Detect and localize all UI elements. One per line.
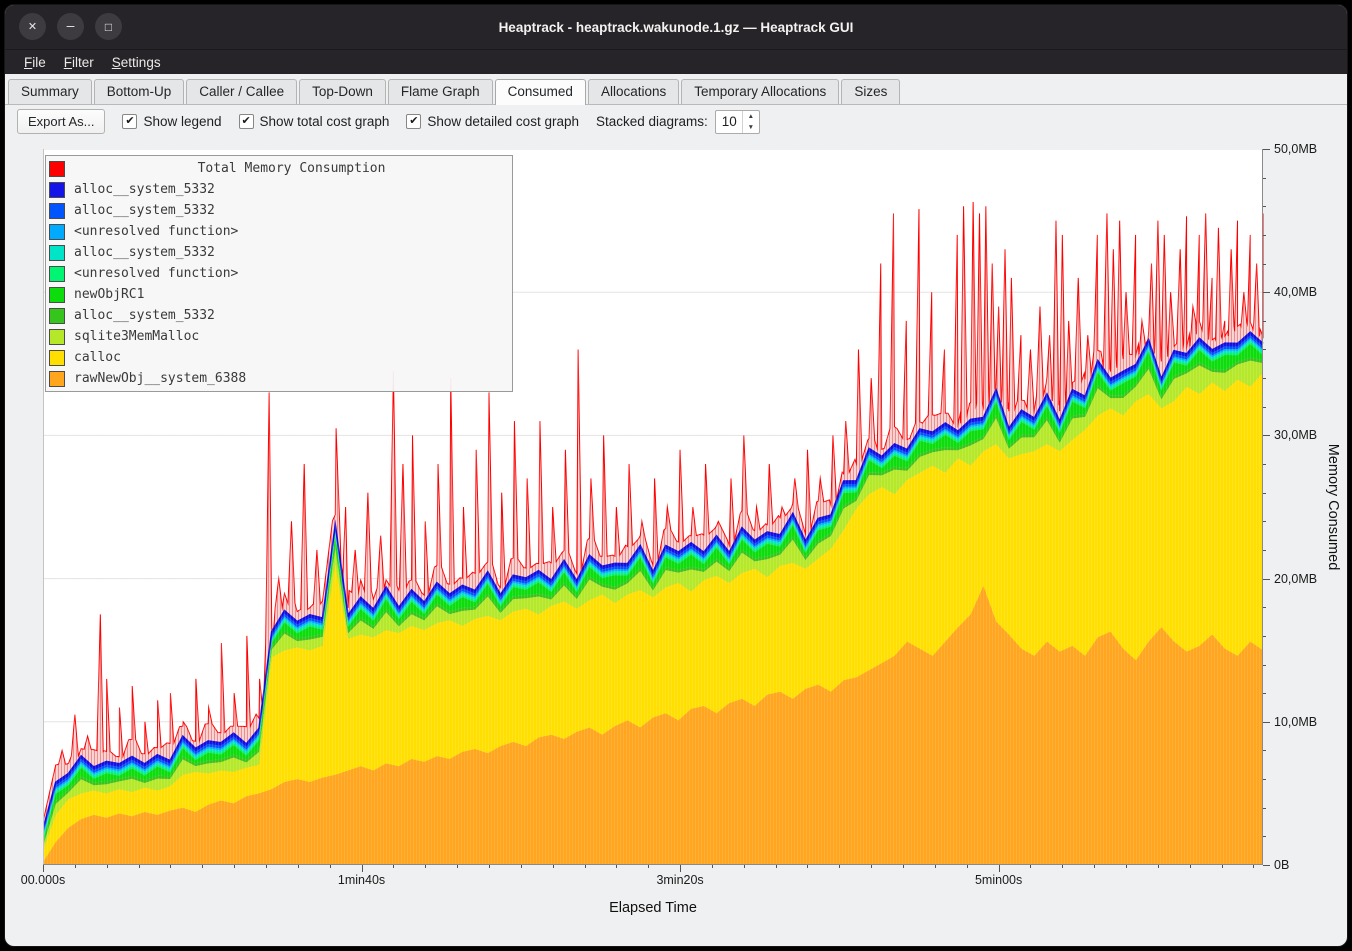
legend-swatch	[49, 245, 65, 261]
tab-bottom-up[interactable]: Bottom-Up	[94, 79, 185, 104]
stacked-diagrams-spinbox[interactable]: 10	[715, 110, 760, 134]
legend-label: alloc__system_5332	[74, 203, 215, 218]
legend-item: alloc__system_5332	[49, 179, 509, 200]
legend-label: rawNewObj__system_6388	[74, 371, 246, 386]
x-tick-label: 00.000s	[21, 873, 65, 887]
legend-label: alloc__system_5332	[74, 308, 215, 323]
spin-down-icon[interactable]	[743, 122, 759, 133]
tab-summary[interactable]: Summary	[8, 79, 92, 104]
menu-settings[interactable]: Settings	[103, 52, 170, 73]
legend-swatch	[49, 203, 65, 219]
legend-item: sqlite3MemMalloc	[49, 326, 509, 347]
stacked-diagrams-label: Stacked diagrams:	[596, 114, 708, 129]
legend-item: <unresolved function>	[49, 221, 509, 242]
legend-swatch	[49, 266, 65, 282]
tab-sizes[interactable]: Sizes	[841, 79, 900, 104]
checkbox-show-detailed-cost-graph[interactable]: Show detailed cost graph	[406, 114, 579, 129]
legend-label: <unresolved function>	[74, 224, 238, 239]
window-title: Heaptrack - heaptrack.wakunode.1.gz — He…	[499, 20, 854, 35]
checkbox-label: Show legend	[143, 114, 221, 129]
legend-swatch	[49, 308, 65, 324]
legend-item: calloc	[49, 347, 509, 368]
stacked-diagrams-value: 10	[716, 111, 742, 133]
x-tick-label: 1min40s	[338, 873, 385, 887]
checkbox-icon[interactable]	[406, 114, 421, 129]
tab-bar: SummaryBottom-UpCaller / CalleeTop-DownF…	[5, 74, 1347, 105]
toolbar: Export As... Show legend Show total cost …	[5, 105, 1347, 138]
tab-allocations[interactable]: Allocations	[588, 79, 679, 104]
legend-item: <unresolved function>	[49, 263, 509, 284]
menu-file[interactable]: File	[15, 52, 55, 73]
x-tick-label: 5min00s	[975, 873, 1022, 887]
maximize-button[interactable]	[95, 13, 122, 40]
y-axis-title: Memory Consumed	[1325, 444, 1341, 571]
close-button[interactable]	[19, 13, 46, 40]
y-tick-label: 10,0MB	[1274, 715, 1317, 729]
menu-bar: FileFilterSettings	[5, 49, 1347, 74]
legend-swatch	[49, 329, 65, 345]
y-tick-label: 40,0MB	[1274, 285, 1317, 299]
plot-wrap: Total Memory Consumption alloc__system_53…	[43, 149, 1263, 865]
legend-label: sqlite3MemMalloc	[74, 329, 199, 344]
tab-temporary-allocations[interactable]: Temporary Allocations	[681, 79, 839, 104]
legend-swatch	[49, 371, 65, 387]
checkbox-icon[interactable]	[239, 114, 254, 129]
tab-caller-callee[interactable]: Caller / Callee	[186, 79, 297, 104]
legend-label: calloc	[74, 350, 121, 365]
heaptrack-window: Heaptrack - heaptrack.wakunode.1.gz — He…	[4, 4, 1348, 947]
checkbox-show-legend[interactable]: Show legend	[122, 114, 221, 129]
title-bar: Heaptrack - heaptrack.wakunode.1.gz — He…	[5, 5, 1347, 49]
checkbox-icon[interactable]	[122, 114, 137, 129]
checkbox-label: Show total cost graph	[260, 114, 390, 129]
legend-title: Total Memory Consumption	[74, 161, 509, 176]
checkbox-show-total-cost-graph[interactable]: Show total cost graph	[239, 114, 390, 129]
legend-item: alloc__system_5332	[49, 242, 509, 263]
export-as-button[interactable]: Export As...	[17, 109, 105, 134]
tab-flame-graph[interactable]: Flame Graph	[388, 79, 493, 104]
y-tick-label: 0B	[1274, 858, 1289, 872]
x-axis-title: Elapsed Time	[43, 900, 1263, 916]
y-tick-label: 50,0MB	[1274, 142, 1317, 156]
x-tick-label: 3min20s	[656, 873, 703, 887]
legend-item: rawNewObj__system_6388	[49, 368, 509, 389]
legend-swatch	[49, 350, 65, 366]
legend-label: alloc__system_5332	[74, 245, 215, 260]
legend-item: alloc__system_5332	[49, 305, 509, 326]
checkbox-group: Show legend Show total cost graph Show det…	[122, 114, 579, 129]
chart-legend: Total Memory Consumption alloc__system_53…	[45, 155, 513, 392]
legend-swatch	[49, 182, 65, 198]
menu-filter[interactable]: Filter	[55, 52, 103, 73]
legend-title-row: Total Memory Consumption	[49, 158, 509, 179]
chart-area: Total Memory Consumption alloc__system_53…	[5, 138, 1347, 946]
checkbox-label: Show detailed cost graph	[427, 114, 579, 129]
spin-up-icon[interactable]	[743, 111, 759, 122]
legend-label: newObjRC1	[74, 287, 144, 302]
legend-label: alloc__system_5332	[74, 182, 215, 197]
legend-swatch	[49, 161, 65, 177]
tab-consumed[interactable]: Consumed	[495, 79, 586, 105]
legend-item: alloc__system_5332	[49, 200, 509, 221]
legend-label: <unresolved function>	[74, 266, 238, 281]
legend-item: newObjRC1	[49, 284, 509, 305]
minimize-button[interactable]	[57, 13, 84, 40]
legend-swatch	[49, 224, 65, 240]
legend-swatch	[49, 287, 65, 303]
y-tick-label: 20,0MB	[1274, 572, 1317, 586]
tab-top-down[interactable]: Top-Down	[299, 79, 386, 104]
y-tick-label: 30,0MB	[1274, 428, 1317, 442]
